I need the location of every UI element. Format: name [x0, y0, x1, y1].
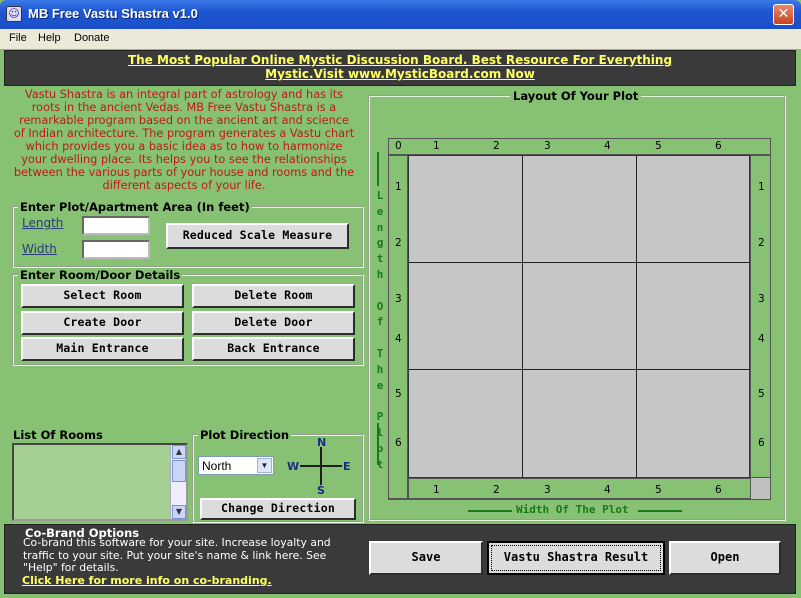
rooms-list-label: List Of Rooms	[13, 428, 103, 442]
save-button[interactable]: Save	[369, 541, 483, 575]
vastu-result-button[interactable]: Vastu Shastra Result	[487, 541, 665, 575]
length-axis-bar	[377, 152, 379, 186]
right-row-3: 3	[758, 293, 765, 305]
rooms-listbox-scrollbar[interactable]: ▲ ▼	[170, 445, 186, 519]
menu-donate[interactable]: Donate	[74, 32, 109, 44]
left-row-2: 2	[395, 237, 402, 249]
scroll-up-icon[interactable]: ▲	[172, 445, 186, 459]
promo-banner-link[interactable]: The Most Popular Online Mystic Discussio…	[5, 53, 795, 81]
width-input[interactable]	[82, 240, 150, 259]
top-col-4: 4	[604, 140, 611, 152]
open-button[interactable]: Open	[669, 541, 781, 575]
width-axis-label: Width Of The Plot	[516, 503, 629, 516]
plot-direction-legend: Plot Direction	[200, 428, 290, 442]
left-ruler: 1 2 3 4 5 6	[388, 155, 408, 499]
cobrand-link[interactable]: Click Here for more info on co-branding.	[22, 574, 272, 587]
right-row-4: 4	[758, 333, 765, 345]
app-window: ☺ MB Free Vastu Shastra v1.0 ✕ File Help…	[0, 0, 801, 598]
create-door-button[interactable]: Create Door	[21, 311, 184, 335]
grid-line	[409, 262, 749, 263]
compass-w: W	[287, 460, 300, 473]
intro-text: Vastu Shastra is an integral part of ast…	[13, 88, 355, 192]
left-row-6: 6	[395, 437, 402, 449]
window-title: MB Free Vastu Shastra v1.0	[28, 6, 198, 21]
menu-help[interactable]: Help	[38, 32, 61, 44]
length-label[interactable]: Length	[22, 216, 63, 230]
compass-e: E	[343, 460, 351, 473]
compass-n: N	[317, 436, 327, 449]
plot-title: Layout Of Your Plot	[510, 89, 642, 103]
app-icon: ☺	[6, 6, 22, 22]
left-row-3: 3	[395, 293, 402, 305]
grid-line	[636, 156, 637, 477]
top-col-3: 3	[544, 140, 551, 152]
scroll-down-icon[interactable]: ▼	[172, 505, 186, 519]
reduced-scale-button[interactable]: Reduced Scale Measure	[166, 223, 349, 249]
grid-line	[522, 156, 523, 477]
scroll-thumb[interactable]	[172, 460, 186, 482]
bottom-col-1: 1	[433, 484, 440, 496]
top-col-2: 2	[493, 140, 500, 152]
main-entrance-button[interactable]: Main Entrance	[21, 337, 184, 361]
right-row-5: 5	[758, 388, 765, 400]
plot-area-legend: Enter Plot/Apartment Area (In feet)	[20, 200, 250, 214]
select-room-button[interactable]: Select Room	[21, 284, 184, 308]
cobrand-text: Co-brand this software for your site. In…	[23, 536, 331, 574]
cobrand-panel: Co-Brand Options Co-brand this software …	[4, 524, 796, 594]
direction-select[interactable]: North ▼	[198, 456, 274, 475]
bottom-col-4: 4	[604, 484, 611, 496]
bottom-col-3: 3	[544, 484, 551, 496]
width-label[interactable]: Width	[22, 242, 57, 256]
length-axis-label: Length Of The Plot	[376, 189, 384, 471]
top-col-6: 6	[715, 140, 722, 152]
width-axis-bar	[638, 510, 682, 512]
grid-line	[409, 369, 749, 370]
left-row-5: 5	[395, 388, 402, 400]
left-row-4: 4	[395, 333, 402, 345]
length-input[interactable]	[82, 216, 150, 235]
right-ruler: 1 2 3 4 5 6	[750, 155, 771, 478]
right-row-1: 1	[758, 181, 765, 193]
top-col-5: 5	[655, 140, 662, 152]
compass-s: S	[317, 484, 325, 497]
ruler-corner: 0	[395, 140, 402, 152]
direction-select-value: North	[202, 459, 232, 473]
plot-canvas[interactable]	[408, 155, 750, 478]
chevron-down-icon[interactable]: ▼	[257, 458, 272, 473]
bottom-col-6: 6	[715, 484, 722, 496]
room-door-legend: Enter Room/Door Details	[20, 268, 181, 282]
left-row-1: 1	[395, 181, 402, 193]
top-ruler: 0 1 2 3 4 5 6	[388, 138, 771, 155]
top-col-1: 1	[433, 140, 440, 152]
bottom-col-5: 5	[655, 484, 662, 496]
rooms-listbox[interactable]: ▲ ▼	[12, 443, 188, 521]
menu-bar: File Help Donate	[0, 29, 801, 49]
delete-door-button[interactable]: Delete Door	[192, 311, 355, 335]
bottom-col-2: 2	[493, 484, 500, 496]
length-axis-bar	[377, 423, 379, 465]
title-bar[interactable]: ☺ MB Free Vastu Shastra v1.0 ✕	[0, 0, 801, 29]
right-row-6: 6	[758, 437, 765, 449]
right-row-2: 2	[758, 237, 765, 249]
close-button[interactable]: ✕	[773, 4, 794, 25]
width-axis-bar	[468, 510, 512, 512]
back-entrance-button[interactable]: Back Entrance	[192, 337, 355, 361]
delete-room-button[interactable]: Delete Room	[192, 284, 355, 308]
bottom-ruler: 1 2 3 4 5 6	[408, 478, 751, 499]
promo-banner: The Most Popular Online Mystic Discussio…	[4, 50, 796, 86]
menu-file[interactable]: File	[9, 32, 27, 44]
change-direction-button[interactable]: Change Direction	[200, 498, 356, 520]
